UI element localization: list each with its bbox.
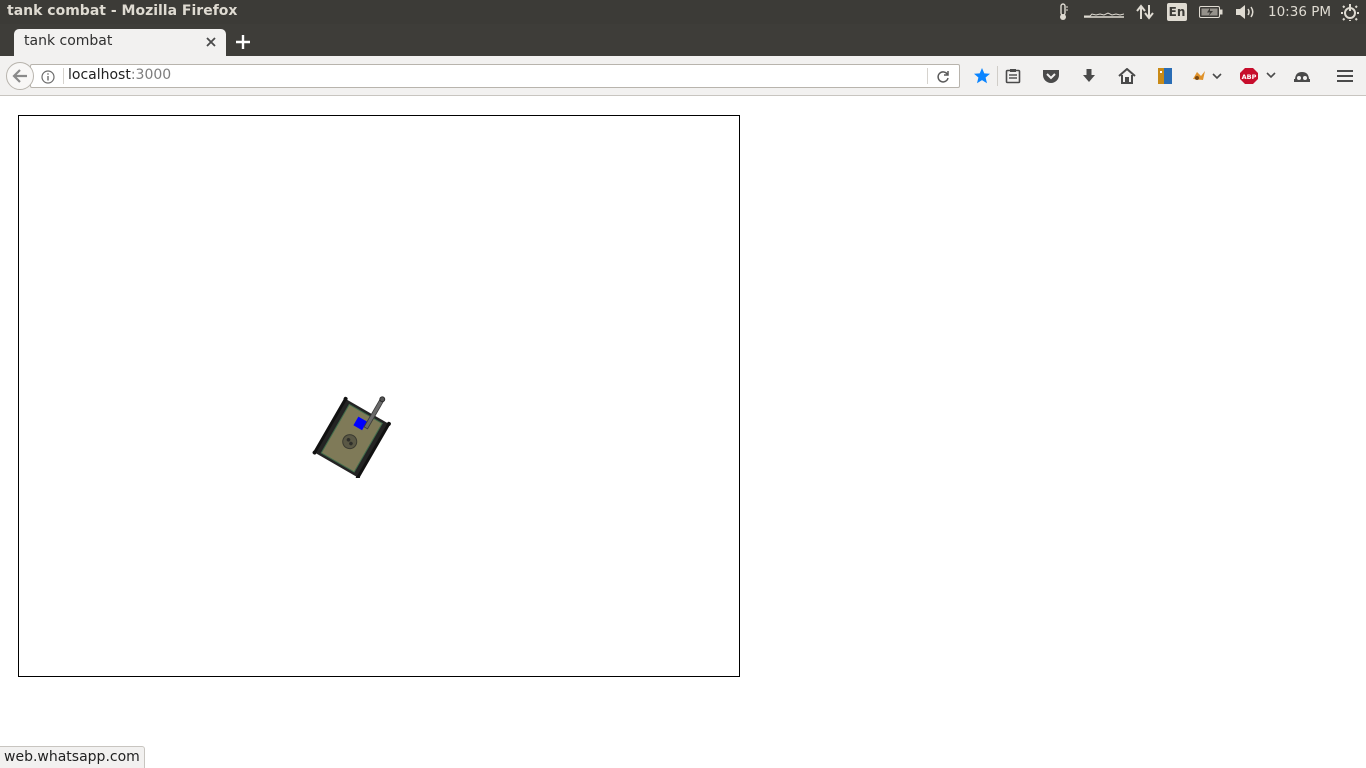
extension-icon[interactable] [1190,66,1224,86]
keyboard-language-indicator[interactable]: En [1166,0,1188,24]
site-info-icon[interactable] [41,69,55,84]
url-bar[interactable]: localhost:3000 [30,64,960,88]
system-top-bar: tank combat - Mozilla Firefox En 10:36 P… [0,0,1366,24]
status-link-tooltip: web.whatsapp.com [0,746,145,768]
sync-icon[interactable] [1291,66,1313,86]
navigation-toolbar: localhost:3000 ABP [0,56,1366,96]
thermometer-icon[interactable] [1055,0,1071,24]
download-icon[interactable] [1078,66,1100,86]
home-icon[interactable] [1116,66,1138,86]
network-graph-icon[interactable] [1083,0,1125,24]
clock[interactable]: 10:36 PM [1268,4,1331,20]
language-label: En [1167,3,1187,21]
back-button[interactable] [6,62,34,90]
power-gear-icon[interactable] [1338,0,1362,24]
tab-tank-combat[interactable]: tank combat [14,29,226,56]
volume-icon[interactable] [1234,0,1258,24]
url-text[interactable]: localhost:3000 [68,67,171,83]
game-canvas[interactable] [18,115,740,677]
tab-strip: tank combat [0,24,1366,56]
menu-icon[interactable] [1334,66,1356,86]
back-arrow-icon [12,69,27,83]
pocket-icon[interactable] [1040,66,1062,86]
new-tab-plus-icon[interactable] [233,32,253,52]
reading-list-icon[interactable] [1002,66,1024,86]
bookmark-star-icon[interactable] [971,66,993,86]
toolbar-separator [997,66,998,86]
url-port: :3000 [130,67,172,83]
adblock-label: ABP [1242,73,1257,81]
player-tank [309,386,405,480]
url-host: localhost [68,67,131,83]
window-title: tank combat - Mozilla Firefox [7,3,238,19]
url-divider [927,68,928,84]
reload-icon[interactable] [934,68,952,86]
tab-title: tank combat [24,33,113,49]
tab-close-icon[interactable] [203,34,219,50]
adblock-icon[interactable]: ABP [1238,66,1280,86]
battery-icon[interactable] [1198,0,1224,24]
bookmark-menu-icon[interactable] [1154,66,1176,86]
data-transfer-icon[interactable] [1134,0,1156,24]
url-separator [63,68,64,84]
